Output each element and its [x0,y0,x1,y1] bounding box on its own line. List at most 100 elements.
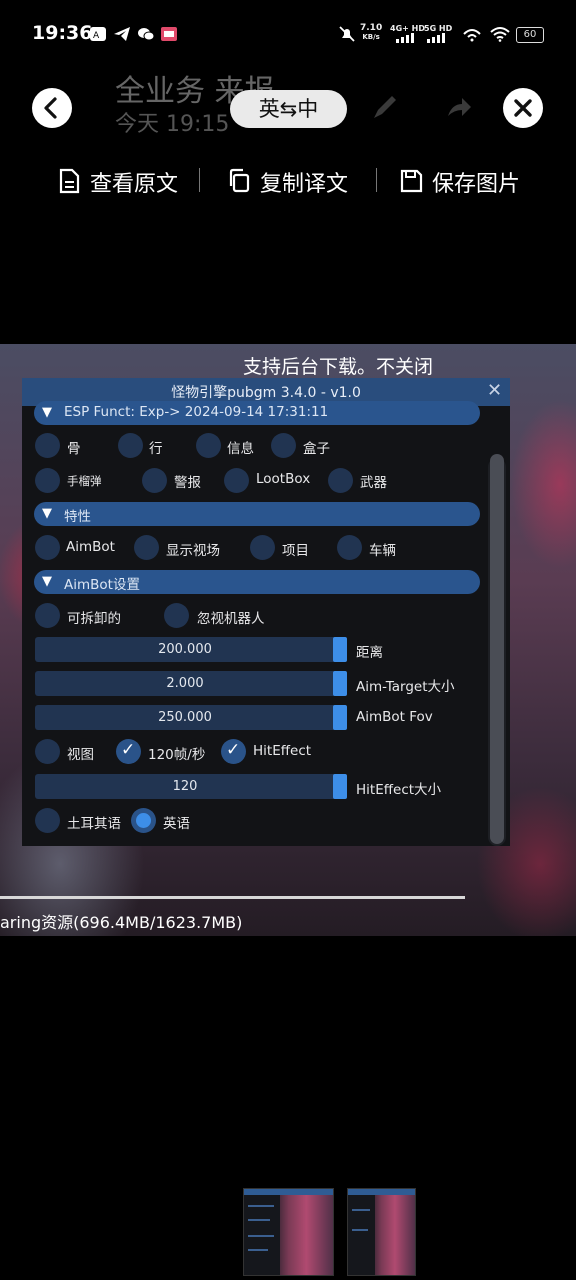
thumbnail-2[interactable] [347,1188,416,1276]
download-progress-bar [0,896,465,899]
checkbox-120fps[interactable]: ✓ [116,739,141,764]
divider [376,168,377,192]
slider-handle[interactable] [333,774,347,799]
label-hiteffect: HitEffect [253,743,312,759]
collapse-arrow-icon: ▼ [42,405,52,420]
checkbox-show-fov[interactable] [134,535,159,560]
save-icon [400,169,423,193]
speed-unit: KB/s [362,33,380,41]
slider-aim-target-value: 2.000 [166,676,204,691]
radio-english[interactable] [131,808,156,833]
collapse-arrow-icon: ▼ [42,574,52,589]
translated-screenshot: 支持后台下载。不关闭 怪物引擎pubgm 3.4.0 - v1.0 ✕ ▼ ES… [0,344,576,936]
section-esp[interactable]: ▼ ESP Funct: Exp-> 2024-09-14 17:31:11 [34,401,480,425]
thumbnail-panel [244,1189,280,1275]
checkbox-bone[interactable] [35,433,60,458]
collapse-arrow-icon: ▼ [42,506,52,521]
translate-app-icon: A [90,27,106,41]
section-aimbot-label: AimBot设置 [64,577,140,593]
checkbox-detachable[interactable] [35,603,60,628]
slider-aim-target-size[interactable]: 2.000 [35,671,347,696]
label-turkish: 土耳其语 [67,816,121,832]
close-icon [514,99,532,117]
checkbox-weapon[interactable] [328,468,353,493]
thumbnail-line [248,1235,274,1237]
pen-icon [374,96,396,118]
checkbox-items[interactable] [250,535,275,560]
thumbnail-bar [244,1189,333,1195]
checkbox-aimbot[interactable] [35,535,60,560]
slider-aimbot-fov[interactable]: 250.000 [35,705,347,730]
thumbnail-1[interactable] [243,1188,334,1276]
thumbnail-panel [348,1189,375,1275]
label-grenade: 手榴弹 [67,474,102,488]
status-bar: 19:36 A 7.10 KB/s 4G+ HD 5G HD 60 [0,0,576,70]
checkbox-lootbox[interactable] [224,468,249,493]
back-button[interactable] [32,88,72,128]
divider [199,168,200,192]
checkbox-ignore-bots[interactable] [164,603,189,628]
section-aimbot-settings[interactable]: ▼ AimBot设置 [34,570,480,594]
slider-hiteffect-size[interactable]: 120 [35,774,347,799]
document-icon [59,168,80,194]
checkbox-vehicles[interactable] [337,535,362,560]
checkbox-box[interactable] [271,433,296,458]
data-wifi-icon [463,29,481,42]
checkbox-alert[interactable] [142,468,167,493]
slider-distance[interactable]: 200.000 [35,637,347,662]
checkbox-info[interactable] [196,433,221,458]
panel-close-icon[interactable]: ✕ [487,380,502,401]
slider-handle[interactable] [333,671,347,696]
label-aim-target-size: Aim-Target大小 [356,679,455,695]
telegram-icon [114,27,130,41]
slider-handle[interactable] [333,637,347,662]
label-english: 英语 [163,816,190,832]
share-icon [448,98,471,116]
checkmark-icon: ✓ [121,740,136,760]
download-status-text: aring资源(696.4MB/1623.7MB) [0,913,243,932]
cheat-menu-panel: 怪物引擎pubgm 3.4.0 - v1.0 ✕ ▼ ESP Funct: Ex… [22,378,510,846]
action-bar: 查看原文 复制译文 保存图片 [0,160,576,204]
scrollbar-thumb[interactable] [490,454,504,844]
thumbnail-line [248,1219,270,1221]
label-vehicles: 车辆 [369,543,396,559]
radio-turkish[interactable] [35,808,60,833]
thumbnail-bar [348,1189,415,1195]
thumbnail-line [248,1249,268,1251]
label-aimbot: AimBot [66,539,115,555]
checkbox-grenade[interactable] [35,468,60,493]
label-show-fov: 显示视场 [166,543,220,559]
label-line: 行 [149,441,163,457]
slider-distance-value: 200.000 [158,642,212,657]
app-notification-icon [161,27,177,41]
section-esp-label: ESP Funct: Exp-> 2024-09-14 17:31:11 [64,404,329,420]
thumbnail-line [352,1229,368,1231]
checkbox-view[interactable] [35,739,60,764]
slider-aimbot-fov-value: 250.000 [158,710,212,725]
checkbox-line[interactable] [118,433,143,458]
save-image-button[interactable]: 保存图片 [432,166,520,198]
label-bone: 骨 [67,441,81,457]
close-button[interactable] [503,88,543,128]
label-alert: 警报 [174,475,201,491]
ghost-subtitle: 今天 19:15 [115,112,230,137]
copy-translation-button[interactable]: 复制译文 [260,166,348,198]
thumbnail-line [248,1205,274,1207]
network-2: 5G HD [424,24,452,45]
chevron-left-icon [44,97,57,119]
network-1: 4G+ HD [390,24,425,45]
wifi-icon [490,27,510,42]
wechat-icon [138,28,155,41]
language-toggle-button[interactable]: 英⇆中 [230,90,347,128]
speed-value: 7.10 [360,23,383,33]
download-banner: 支持后台下载。不关闭 [243,356,434,378]
label-view: 视图 [67,747,94,763]
label-info: 信息 [227,441,254,457]
label-120fps: 120帧/秒 [148,747,206,763]
section-features-label: 特性 [64,509,91,525]
view-original-button[interactable]: 查看原文 [90,166,178,198]
svg-text:A: A [93,31,100,41]
slider-handle[interactable] [333,705,347,730]
checkbox-hiteffect[interactable]: ✓ [221,739,246,764]
section-features[interactable]: ▼ 特性 [34,502,480,526]
